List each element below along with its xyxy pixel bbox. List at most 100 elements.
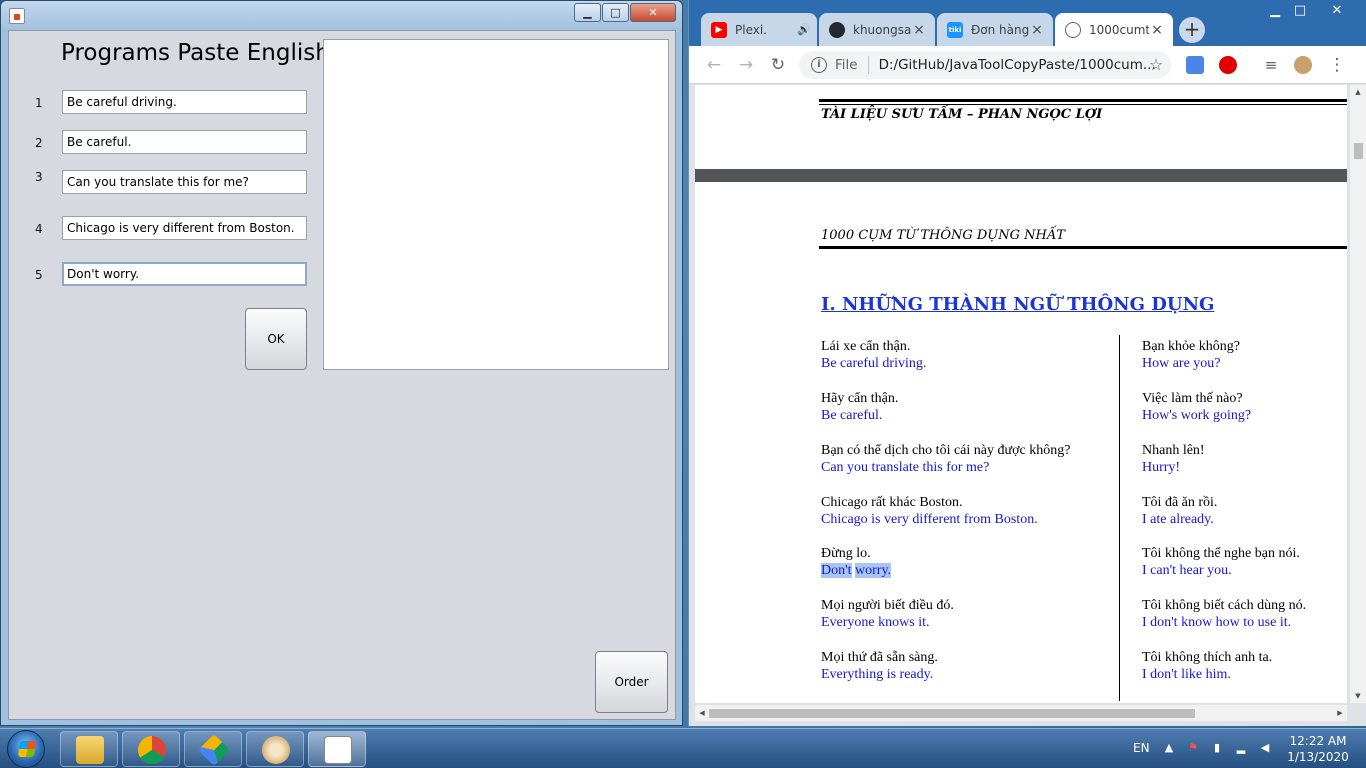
phrase-entry: Tôi không biết cách dùng nó. I don't kno… — [1142, 597, 1306, 631]
network-icon[interactable]: ▂ — [1234, 741, 1248, 755]
phrase-entry: Nhanh lên! Hurry! — [1142, 442, 1205, 476]
chrome-close-button[interactable]: ✕ — [1317, 2, 1357, 20]
address-bar[interactable]: i File D:/GitHub/JavaToolCopyPaste/1000c… — [799, 51, 1171, 79]
taskbar-chrome[interactable] — [122, 731, 180, 767]
vertical-scrollbar[interactable]: ▲ ▼ — [1350, 85, 1366, 703]
tab-plexi[interactable]: ▶ Plexi. 🔊 — [701, 13, 817, 46]
system-clock[interactable]: 12:22 AM 1/13/2020 — [1280, 733, 1356, 765]
clock-time: 12:22 AM — [1289, 734, 1347, 748]
chrome-minimize-button[interactable]: ▁ — [1262, 2, 1288, 20]
vietnamese-text: Tôi không biết cách dùng nó. — [1142, 598, 1307, 613]
bookmark-star-icon[interactable]: ☆ — [1145, 54, 1167, 76]
back-icon[interactable]: ← — [703, 54, 725, 76]
phrase-field-3[interactable]: Can you translate this for me? — [62, 170, 307, 194]
reload-icon[interactable]: ↻ — [767, 54, 789, 76]
java-icon — [9, 8, 25, 24]
tab-close-icon[interactable]: × — [1029, 22, 1045, 38]
tab-close-icon[interactable]: × — [1149, 22, 1165, 38]
section-title[interactable]: I. NHỮNG THÀNH NGỮ THÔNG DỤNG — [821, 294, 1214, 315]
english-text-selected: Don't worry. — [821, 563, 892, 578]
google-drive-icon — [198, 734, 230, 766]
java-app-window: ▁ □ ✕ Programs Paste English 1 Be carefu… — [0, 0, 683, 726]
volume-icon[interactable]: ◀ — [1258, 741, 1272, 755]
java-content-panel: Programs Paste English 1 Be careful driv… — [8, 30, 676, 720]
english-text: Everyone knows it. — [821, 615, 930, 630]
selected-word: worry. — [855, 563, 892, 578]
horizontal-scrollbar[interactable]: ◀ ▶ — [695, 705, 1347, 721]
vietnamese-text: Nhanh lên! — [1142, 443, 1205, 458]
phrase-entry: Tôi đã ăn rồi. I ate already. — [1142, 494, 1217, 528]
maximize-button[interactable]: □ — [602, 3, 629, 22]
taskbar-explorer[interactable] — [60, 731, 118, 767]
phrase-field-5[interactable]: Don't worry. — [62, 262, 307, 286]
divider — [819, 104, 1347, 105]
vietnamese-text: Tôi không thích anh ta. — [1142, 650, 1273, 665]
phrase-entry: Chicago rất khác Boston. Chicago is very… — [821, 494, 1038, 528]
scroll-up-icon[interactable]: ▲ — [1350, 85, 1366, 99]
vietnamese-text: Việc làm thế nào? — [1142, 391, 1243, 406]
java-window-titlebar[interactable]: ▁ □ ✕ — [1, 1, 682, 29]
scroll-left-icon[interactable]: ◀ — [695, 705, 709, 721]
scroll-right-icon[interactable]: ▶ — [1333, 705, 1347, 721]
menu-kebab-icon[interactable]: ⋮ — [1326, 54, 1348, 76]
forward-icon[interactable]: → — [735, 54, 757, 76]
minimize-button[interactable]: ▁ — [574, 3, 601, 22]
phrase-entry: Bạn khỏe không? How are you? — [1142, 338, 1240, 372]
english-text: I don't know how to use it. — [1142, 615, 1292, 630]
english-text: Can you translate this for me? — [821, 460, 990, 475]
chrome-maximize-button[interactable]: □ — [1287, 2, 1313, 20]
info-icon[interactable]: i — [811, 57, 827, 73]
row-number: 1 — [35, 96, 43, 110]
tab-tiki-orders[interactable]: tiki Đơn hàng × — [937, 13, 1053, 46]
tiki-icon: tiki — [947, 21, 963, 38]
new-tab-button[interactable]: + — [1179, 17, 1205, 43]
english-text: Everything is ready. — [821, 667, 934, 682]
phrase-entry: Hãy cẩn thận. Be careful. — [821, 390, 898, 424]
profile-avatar[interactable] — [1294, 56, 1312, 74]
google-translate-icon[interactable] — [1186, 56, 1204, 74]
show-hidden-icons[interactable]: ▲ — [1162, 741, 1176, 755]
tab-label: Plexi. — [735, 22, 767, 37]
taskbar-java[interactable] — [308, 731, 366, 767]
scrollbar-thumb[interactable] — [1354, 143, 1363, 159]
scroll-down-icon[interactable]: ▼ — [1350, 689, 1366, 703]
taskbar-paint[interactable] — [246, 731, 304, 767]
document-page: TÀI LIỆU SƯU TẦM – PHAN NGỌC LỢI — [695, 85, 1347, 169]
url-text: D:/GitHub/JavaToolCopyPaste/1000cum... — [878, 57, 1156, 73]
english-text: I don't like him. — [1142, 667, 1231, 682]
language-indicator[interactable]: EN — [1133, 741, 1150, 755]
ok-button[interactable]: OK — [245, 308, 307, 370]
chrome-toolbar: ← → ↻ i File D:/GitHub/JavaToolCopyPaste… — [689, 46, 1366, 84]
close-button[interactable]: ✕ — [630, 3, 676, 22]
vietnamese-text: Mọi thứ đã sẵn sàng. — [821, 650, 938, 665]
tab-github[interactable]: khuongsa × — [819, 13, 935, 46]
phrase-field-2[interactable]: Be careful. — [62, 130, 307, 154]
vietnamese-text: Hãy cẩn thận. — [821, 391, 899, 406]
row-number: 2 — [35, 136, 43, 150]
pdf-viewport[interactable]: TÀI LIỆU SƯU TẦM – PHAN NGỌC LỢI 1000 CỤ… — [695, 85, 1347, 703]
vietnamese-text: Tôi không thể nghe bạn nói. — [1142, 546, 1300, 561]
tab-1000cumtu[interactable]: 1000cumt × — [1055, 13, 1173, 46]
media-controls-icon[interactable]: ≡ — [1260, 54, 1282, 76]
output-text-area[interactable] — [323, 39, 669, 370]
clock-date: 1/13/2020 — [1287, 750, 1349, 764]
tab-close-icon[interactable]: × — [911, 22, 927, 38]
phrase-field-4[interactable]: Chicago is very different from Boston. — [62, 216, 307, 240]
scrollbar-thumb[interactable] — [709, 709, 1195, 718]
order-button[interactable]: Order — [595, 651, 668, 713]
english-text: Be careful. — [821, 408, 883, 423]
speaker-icon[interactable]: 🔊 — [797, 23, 811, 36]
paint-icon — [262, 736, 290, 764]
phrase-field-1[interactable]: Be careful driving. — [62, 90, 307, 114]
start-button[interactable] — [7, 730, 45, 768]
action-center-flag-icon[interactable]: ⚑ — [1186, 741, 1200, 755]
tab-label: Đơn hàng — [971, 22, 1029, 37]
taskbar: EN ▲ ⚑ ▮ ▂ ◀ 12:22 AM 1/13/2020 — [0, 728, 1366, 768]
english-text: Be careful driving. — [821, 356, 927, 371]
taskbar-drive[interactable] — [184, 731, 242, 767]
row-number: 5 — [35, 268, 43, 282]
device-icon[interactable]: ▮ — [1210, 741, 1224, 755]
vietnamese-text: Đừng lo. — [821, 546, 871, 561]
divider — [819, 246, 1347, 249]
opera-ext-icon[interactable] — [1219, 56, 1237, 74]
